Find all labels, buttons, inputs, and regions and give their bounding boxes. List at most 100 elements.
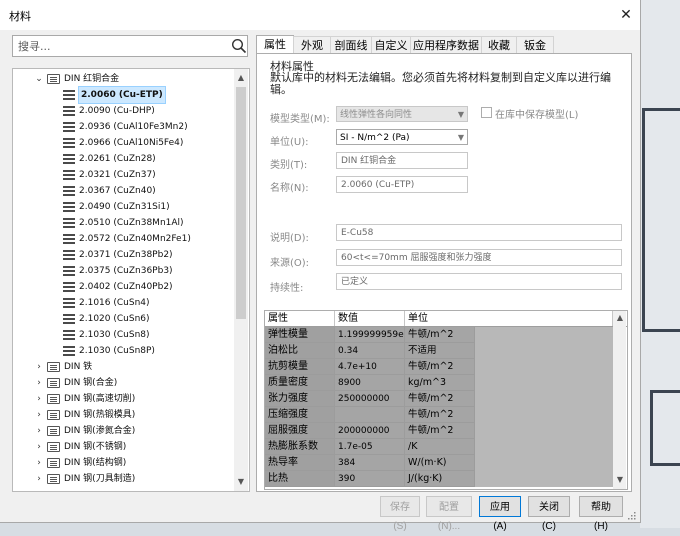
table-scrollbar[interactable]: ▲ ▼	[613, 311, 626, 489]
tab-3[interactable]: 自定义	[371, 36, 411, 54]
save-in-library-checkbox[interactable]	[481, 107, 492, 118]
unit-select[interactable]: SI - N/m^2 (Pa) ▼	[336, 129, 468, 145]
description-field[interactable]: E-Cu58	[336, 224, 622, 241]
chevron-down-icon[interactable]: ⌄	[33, 71, 45, 87]
table-cell-name: 屈服强度	[265, 423, 335, 439]
tab-0[interactable]: 属性	[256, 35, 294, 54]
tree-item[interactable]: 2.0375 (CuZn36Pb3)	[13, 263, 233, 279]
tree-folder[interactable]: › DIN 钢(合金)	[13, 375, 233, 391]
tree-scrollbar[interactable]: ▲ ▼	[234, 69, 248, 491]
table-cell-name: 张力强度	[265, 391, 335, 407]
tree-folder[interactable]: › DIN 钢(结构钢)	[13, 455, 233, 471]
apply-button[interactable]: 应用(A)	[479, 496, 521, 532]
tree-item[interactable]: 2.0371 (CuZn38Pb2)	[13, 247, 233, 263]
tree-item[interactable]: 2.0321 (CuZn37)	[13, 167, 233, 183]
close-button[interactable]: 关闭(C)	[528, 496, 570, 532]
table-row[interactable]: 弹性模量1.199999959e+11牛顿/m^2	[265, 327, 613, 343]
table-cell-value[interactable]: 200000000	[335, 423, 405, 439]
column-header-value[interactable]: 数值	[335, 311, 405, 326]
tree-item[interactable]: 2.0090 (Cu-DHP)	[13, 103, 233, 119]
save-button[interactable]: 保存(S)	[380, 496, 420, 532]
chevron-right-icon[interactable]: ›	[33, 423, 45, 439]
sustainability-field[interactable]: 已定义	[336, 273, 622, 290]
tab-6[interactable]: 钣金	[516, 36, 554, 54]
table-row[interactable]: 压缩强度 牛顿/m^2	[265, 407, 613, 423]
tree-item[interactable]: 2.0490 (CuZn31Si1)	[13, 199, 233, 215]
table-cell-value[interactable]: 0.34	[335, 343, 405, 359]
tree-item[interactable]: 2.0060 (Cu-ETP)	[13, 86, 233, 104]
tree-folder[interactable]: › DIN 钢(不锈钢)	[13, 439, 233, 455]
tree-folder[interactable]: › DIN 钢(高速切削)	[13, 391, 233, 407]
tab-5[interactable]: 收藏	[481, 36, 517, 54]
table-cell-value[interactable]: 1.199999959e+11	[335, 327, 405, 343]
table-cell-unit: J/(kg·K)	[405, 471, 475, 487]
table-row[interactable]: 热导率 384 W/(m·K)	[265, 455, 613, 471]
chevron-right-icon[interactable]: ›	[33, 359, 45, 375]
scroll-up-icon[interactable]: ▲	[613, 311, 627, 325]
column-header-property[interactable]: 属性	[265, 311, 335, 326]
tree-item[interactable]: 2.1020 (CuSn6)	[13, 311, 233, 327]
scroll-down-icon[interactable]: ▼	[613, 473, 627, 487]
close-icon[interactable]: ✕	[616, 5, 636, 25]
chevron-right-icon[interactable]: ›	[33, 391, 45, 407]
table-cell-value[interactable]: 250000000	[335, 391, 405, 407]
table-cell-value[interactable]: 1.7e-05	[335, 439, 405, 455]
column-header-unit[interactable]: 单位	[405, 311, 613, 326]
resize-grip-icon[interactable]	[626, 510, 636, 520]
table-cell-value[interactable]: 8900	[335, 375, 405, 391]
tree-item[interactable]: 2.0572 (CuZn40Mn2Fe1)	[13, 231, 233, 247]
tab-2[interactable]: 剖面线	[330, 36, 372, 54]
config-button[interactable]: 配置(N)...	[426, 496, 472, 532]
category-field[interactable]: DIN 红铜合金	[336, 152, 468, 169]
tree-item[interactable]: 2.0510 (CuZn38Mn1Al)	[13, 215, 233, 231]
tab-1[interactable]: 外观	[293, 36, 331, 54]
table-row[interactable]: 热膨胀系数 1.7e-05/K	[265, 439, 613, 455]
scroll-thumb[interactable]	[236, 87, 246, 319]
table-row[interactable]: 抗剪模量 4.7e+10 牛顿/m^2	[265, 359, 613, 375]
chevron-right-icon[interactable]: ›	[33, 375, 45, 391]
tree-item[interactable]: 2.1016 (CuSn4)	[13, 295, 233, 311]
source-field[interactable]: 60<t<=70mm 屈服强度和张力强度	[336, 249, 622, 266]
tree-folder[interactable]: ⌄ DIN 红铜合金	[13, 71, 233, 87]
search-icon[interactable]	[231, 38, 247, 54]
tree-item[interactable]: 2.1030 (CuSn8P)	[13, 343, 233, 359]
table-row[interactable]: 泊松比 0.34 不适用	[265, 343, 613, 359]
table-row[interactable]: 张力强度 250000000 牛顿/m^2	[265, 391, 613, 407]
tree-folder[interactable]: › DIN 钢(渗氮合金)	[13, 423, 233, 439]
table-row-filler	[475, 407, 613, 423]
search-input[interactable]	[13, 36, 218, 56]
table-cell-value[interactable]: 390	[335, 471, 405, 487]
tree-folder[interactable]: › DIN 钢(热锻模具)	[13, 407, 233, 423]
tree-item[interactable]: 2.0367 (CuZn40)	[13, 183, 233, 199]
scroll-up-icon[interactable]: ▲	[234, 71, 248, 85]
model-type-select[interactable]: 线性弹性各向同性 ▼	[336, 106, 468, 122]
material-icon	[63, 90, 75, 100]
table-header: 属性 数值 单位	[265, 311, 627, 327]
tree-folder[interactable]: › DIN 铁	[13, 359, 233, 375]
tree-item[interactable]: 2.1030 (CuSn8)	[13, 327, 233, 343]
tree-item[interactable]: 2.0402 (CuZn40Pb2)	[13, 279, 233, 295]
table-cell-value[interactable]: 384	[335, 455, 405, 471]
table-cell-value[interactable]: 4.7e+10	[335, 359, 405, 375]
tree-item[interactable]: 2.0936 (CuAl10Fe3Mn2)	[13, 119, 233, 135]
material-icon	[63, 154, 75, 164]
table-row[interactable]: 质量密度 8900 kg/m^3	[265, 375, 613, 391]
name-field[interactable]: 2.0060 (Cu-ETP)	[336, 176, 468, 193]
tree-item[interactable]: 2.0966 (CuAl10Ni5Fe4)	[13, 135, 233, 151]
chevron-right-icon[interactable]: ›	[33, 439, 45, 455]
tree-item[interactable]: 2.0261 (CuZn28)	[13, 151, 233, 167]
chevron-right-icon[interactable]: ›	[33, 407, 45, 423]
tree-folder[interactable]: › DIN 钢(刀具制造)	[13, 471, 233, 487]
chevron-right-icon[interactable]: ›	[33, 455, 45, 471]
tab-4[interactable]: 应用程序数据	[410, 36, 482, 54]
tree-item-label: DIN 钢(刀具制造)	[64, 474, 136, 484]
help-button[interactable]: 帮助(H)	[579, 496, 623, 532]
library-folder-icon	[47, 442, 60, 452]
table-row[interactable]: 比热 390 J/(kg·K)	[265, 471, 613, 487]
table-row-filler	[475, 423, 613, 439]
chevron-right-icon[interactable]: ›	[33, 471, 45, 487]
table-cell-value[interactable]	[335, 407, 405, 423]
table-row-filler	[475, 471, 613, 487]
scroll-down-icon[interactable]: ▼	[234, 475, 248, 489]
table-row[interactable]: 屈服强度 200000000 牛顿/m^2	[265, 423, 613, 439]
